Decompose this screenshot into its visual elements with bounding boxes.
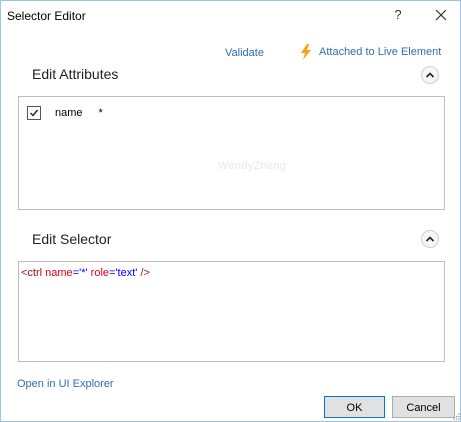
attributes-panel: name * WendyZheng (18, 96, 445, 210)
selector-editor-textarea[interactable]: <ctrl name='*' role='text' /> (18, 261, 445, 362)
watermark: WendyZheng (218, 160, 287, 172)
help-button[interactable]: ? (388, 5, 408, 25)
collapse-selector-button[interactable] (421, 230, 439, 248)
collapse-attributes-button[interactable] (421, 66, 439, 84)
selector-attr-name: name (45, 267, 73, 279)
close-icon (435, 9, 447, 21)
ok-button[interactable]: OK (324, 396, 385, 418)
resize-grip-icon[interactable] (452, 412, 460, 420)
open-in-ui-explorer-link[interactable]: Open in UI Explorer (17, 378, 114, 390)
title-bar: Selector Editor ? (1, 1, 460, 31)
attribute-value[interactable]: * (99, 107, 103, 119)
attached-label: Attached to Live Element (319, 46, 442, 58)
window-title: Selector Editor (7, 9, 86, 23)
attribute-checkbox[interactable] (27, 106, 41, 120)
selector-role-value: 'text' (115, 267, 138, 279)
selector-code: <ctrl name='*' role='text' /> (21, 267, 150, 279)
chevron-up-icon (425, 236, 435, 242)
selector-attr-role: role (90, 267, 110, 279)
selector-editor-window: Selector Editor ? Validate Attached to L… (0, 0, 461, 422)
validate-link[interactable]: Validate (225, 47, 264, 59)
attached-to-live-element-link[interactable]: Attached to Live Element (299, 43, 441, 61)
checkmark-icon (30, 109, 39, 117)
edit-attributes-title: Edit Attributes (32, 66, 119, 82)
close-button[interactable] (431, 5, 451, 25)
chevron-up-icon (425, 72, 435, 78)
selector-tag-open: <ctrl (21, 267, 46, 279)
lightning-bolt-icon (301, 44, 311, 60)
attribute-row: name * (27, 105, 103, 121)
selector-attr-value: '*' (79, 267, 88, 279)
edit-selector-title: Edit Selector (32, 231, 112, 247)
selector-tag-close: /> (137, 267, 150, 279)
attribute-name: name (55, 107, 83, 119)
cancel-button[interactable]: Cancel (392, 396, 455, 418)
